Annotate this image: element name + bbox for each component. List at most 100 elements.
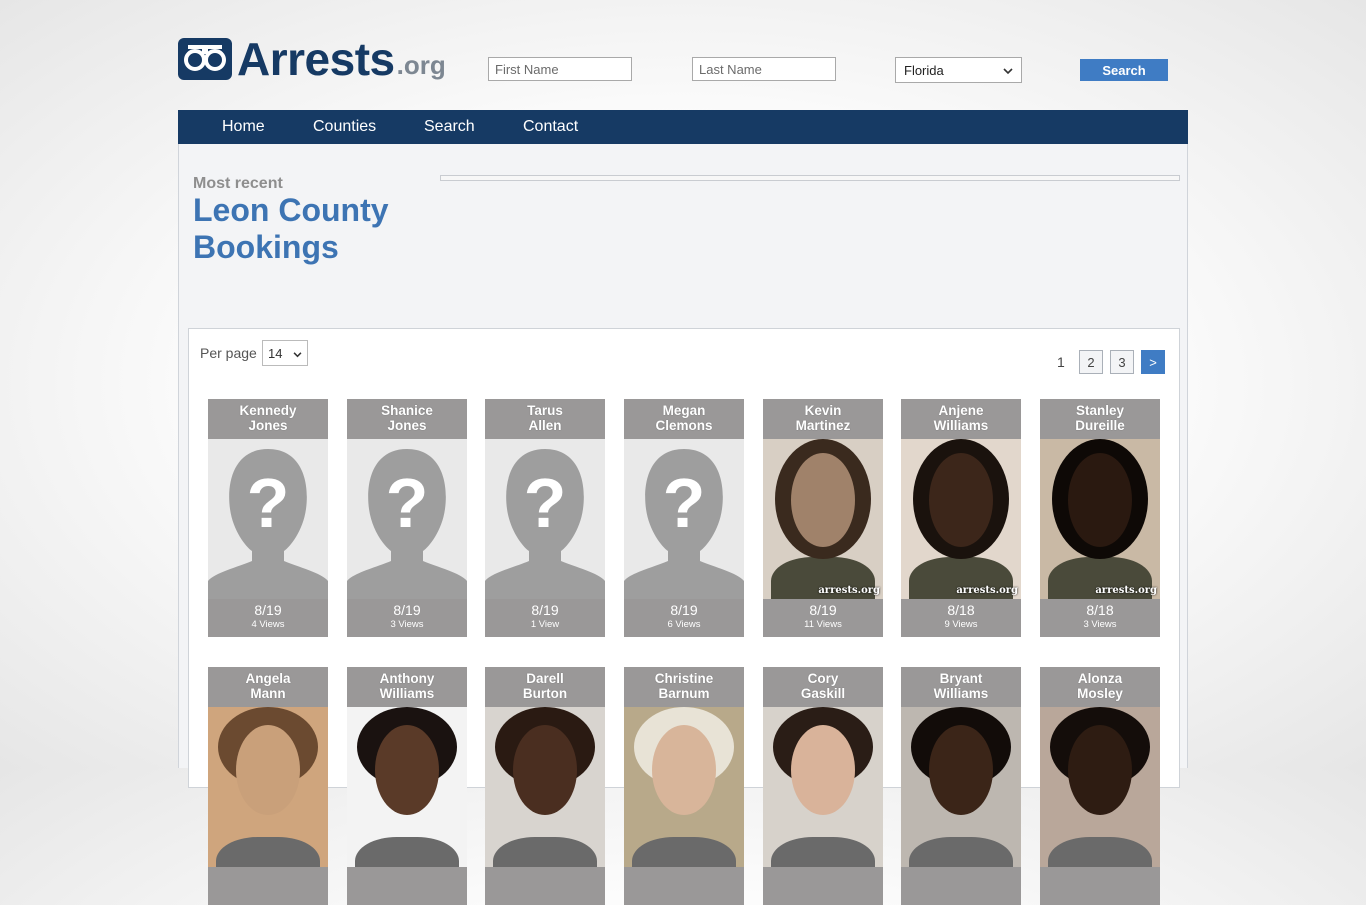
booking-date: 8/18 bbox=[1086, 602, 1114, 618]
booking-name[interactable]: Kennedy Jones bbox=[208, 399, 328, 439]
booking-views: 3 Views bbox=[390, 619, 424, 630]
mugshot-photo[interactable] bbox=[1040, 707, 1160, 867]
booking-footer: 8/19 6 Views bbox=[624, 599, 744, 637]
booking-last-name: Jones bbox=[248, 418, 288, 433]
booking-last-name: Dureille bbox=[1075, 418, 1125, 433]
bookings-panel: Per page 14 1 2 3 > Kennedy Jones? 8/19 4 V… bbox=[188, 328, 1180, 905]
booking-name[interactable]: Shanice Jones bbox=[347, 399, 467, 439]
placeholder-silhouette-icon[interactable]: ? bbox=[347, 439, 467, 599]
booking-last-name: Jones bbox=[387, 418, 427, 433]
booking-views: 4 Views bbox=[251, 619, 285, 630]
mugshot-photo[interactable]: arrests.org bbox=[901, 439, 1021, 599]
booking-card[interactable]: Megan Clemons? 8/19 6 Views bbox=[624, 399, 744, 637]
booking-last-name: Williams bbox=[379, 686, 435, 701]
mugshot-photo[interactable] bbox=[901, 707, 1021, 867]
booking-date: 8/19 bbox=[254, 602, 282, 618]
most-recent-label: Most recent bbox=[193, 175, 283, 192]
booking-last-name: Barnum bbox=[658, 686, 710, 701]
booking-card[interactable]: Kennedy Jones? 8/19 4 Views bbox=[208, 399, 328, 637]
logo-tld: .org bbox=[396, 50, 446, 80]
booking-date: 8/19 bbox=[809, 602, 837, 618]
booking-name[interactable]: Alonza Mosley bbox=[1040, 667, 1160, 707]
booking-card[interactable]: Christine Barnum bbox=[624, 667, 744, 905]
booking-card[interactable]: Tarus Allen? 8/19 1 View bbox=[485, 399, 605, 637]
mugshot-photo[interactable]: arrests.org bbox=[763, 439, 883, 599]
last-name-input[interactable]: Last Name bbox=[692, 57, 836, 81]
booking-first-name: Anthony bbox=[379, 671, 435, 686]
booking-first-name: Alonza bbox=[1077, 671, 1123, 686]
booking-card[interactable]: Shanice Jones? 8/19 3 Views bbox=[347, 399, 467, 637]
mugshot-photo[interactable] bbox=[347, 707, 467, 867]
booking-name[interactable]: Angela Mann bbox=[208, 667, 328, 707]
booking-name[interactable]: Bryant Williams bbox=[901, 667, 1021, 707]
booking-name[interactable]: Kevin Martinez bbox=[763, 399, 883, 439]
logo-text: Arrests bbox=[237, 33, 395, 85]
first-name-input[interactable]: First Name bbox=[488, 57, 632, 81]
booking-views: 9 Views bbox=[944, 619, 978, 630]
booking-card[interactable]: Bryant Williams bbox=[901, 667, 1021, 905]
state-select-value: Florida bbox=[904, 62, 944, 78]
mugshot-photo[interactable]: arrests.org bbox=[1040, 439, 1160, 599]
booking-first-name: Megan bbox=[662, 403, 706, 418]
per-page-value: 14 bbox=[268, 345, 283, 361]
booking-card[interactable]: Angela Mann bbox=[208, 667, 328, 905]
main-content: Most recent Leon County Bookings Per pag… bbox=[178, 144, 1188, 905]
booking-views: 11 Views bbox=[804, 619, 842, 630]
booking-name[interactable]: Tarus Allen bbox=[485, 399, 605, 439]
booking-first-name: Kennedy bbox=[239, 403, 297, 418]
booking-first-name: Angela bbox=[245, 671, 291, 686]
nav-home[interactable]: Home bbox=[222, 110, 265, 144]
nav-contact[interactable]: Contact bbox=[523, 110, 578, 144]
booking-views: 1 View bbox=[530, 619, 560, 630]
handcuffs-icon bbox=[178, 38, 232, 80]
booking-last-name: Mosley bbox=[1077, 686, 1123, 701]
booking-card[interactable]: Stanley Dureille arrests.org 8/18 3 Views bbox=[1040, 399, 1160, 637]
booking-name[interactable]: Anthony Williams bbox=[347, 667, 467, 707]
booking-first-name: Stanley bbox=[1075, 403, 1125, 418]
pagination-page-3[interactable]: 3 bbox=[1110, 350, 1134, 374]
state-select[interactable]: Florida bbox=[895, 57, 1022, 83]
booking-date: 8/18 bbox=[947, 602, 975, 618]
booking-name[interactable]: Megan Clemons bbox=[624, 399, 744, 439]
search-button[interactable]: Search bbox=[1080, 59, 1168, 81]
booking-card[interactable]: Kevin Martinez arrests.org 8/19 11 Views bbox=[763, 399, 883, 637]
pagination-page-2[interactable]: 2 bbox=[1079, 350, 1103, 374]
booking-card[interactable]: Cory Gaskill bbox=[763, 667, 883, 905]
nav-search[interactable]: Search bbox=[424, 110, 475, 144]
placeholder-silhouette-icon[interactable]: ? bbox=[208, 439, 328, 599]
pagination-next[interactable]: > bbox=[1141, 350, 1165, 374]
booking-views: 6 Views bbox=[667, 619, 701, 630]
booking-name[interactable]: Darell Burton bbox=[485, 667, 605, 707]
mugshot-photo[interactable] bbox=[624, 707, 744, 867]
booking-name[interactable]: Anjene Williams bbox=[901, 399, 1021, 439]
svg-text:?: ? bbox=[247, 464, 290, 542]
per-page-select[interactable]: 14 bbox=[262, 340, 308, 366]
booking-footer: 8/19 3 Views bbox=[347, 599, 467, 637]
site-logo[interactable]: Arrests .org bbox=[178, 33, 446, 85]
booking-name[interactable]: Cory Gaskill bbox=[763, 667, 883, 707]
booking-card[interactable]: Darell Burton bbox=[485, 667, 605, 905]
nav-counties[interactable]: Counties bbox=[313, 110, 376, 144]
booking-first-name: Bryant bbox=[939, 671, 983, 686]
booking-card[interactable]: Alonza Mosley bbox=[1040, 667, 1160, 905]
watermark: arrests.org bbox=[818, 585, 880, 596]
placeholder-silhouette-icon[interactable]: ? bbox=[485, 439, 605, 599]
booking-name[interactable]: Stanley Dureille bbox=[1040, 399, 1160, 439]
booking-name[interactable]: Christine Barnum bbox=[624, 667, 744, 707]
svg-text:?: ? bbox=[524, 464, 567, 542]
booking-last-name: Clemons bbox=[655, 418, 713, 433]
booking-card[interactable]: Anthony Williams bbox=[347, 667, 467, 905]
page-title: Leon County Bookings bbox=[193, 192, 389, 265]
ad-placeholder bbox=[440, 175, 1180, 181]
mugshot-photo[interactable] bbox=[208, 707, 328, 867]
booking-last-name: Williams bbox=[933, 686, 989, 701]
placeholder-silhouette-icon[interactable]: ? bbox=[624, 439, 744, 599]
booking-card[interactable]: Anjene Williams arrests.org 8/18 9 Views bbox=[901, 399, 1021, 637]
booking-views: 3 Views bbox=[1083, 619, 1117, 630]
mugshot-photo[interactable] bbox=[485, 707, 605, 867]
booking-last-name: Allen bbox=[528, 418, 562, 433]
booking-last-name: Burton bbox=[522, 686, 568, 701]
booking-footer: 8/18 3 Views bbox=[1040, 599, 1160, 637]
booking-date: 8/19 bbox=[670, 602, 698, 618]
mugshot-photo[interactable] bbox=[763, 707, 883, 867]
